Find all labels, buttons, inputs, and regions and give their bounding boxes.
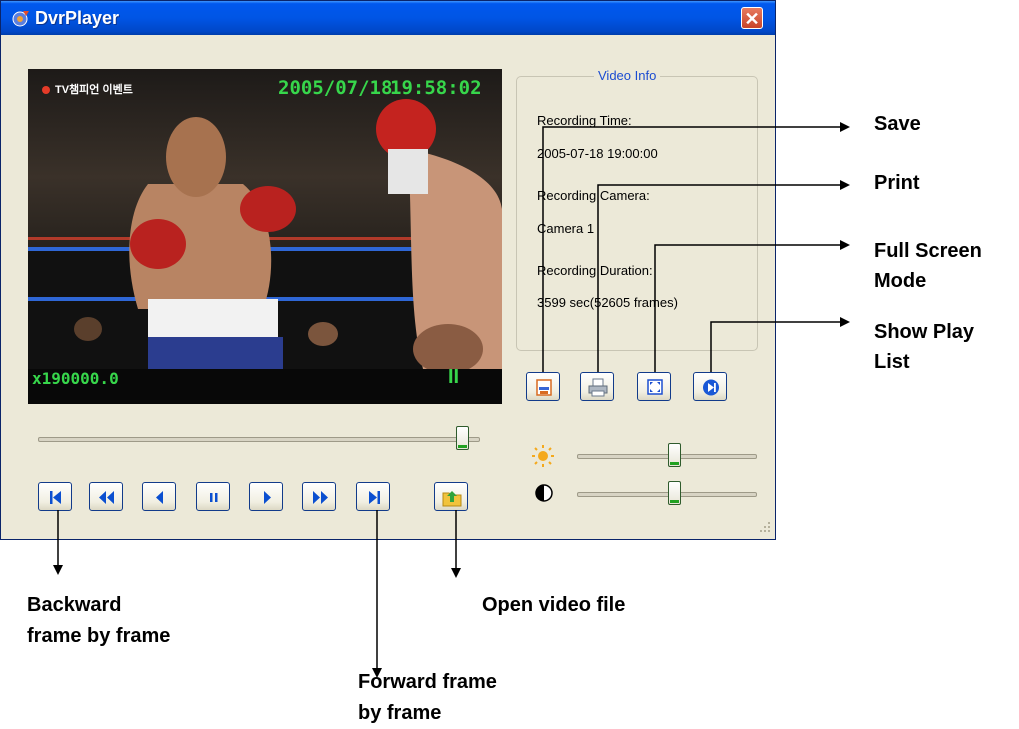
open-video-annotation: Open video file: [482, 594, 626, 616]
annotation-arrows: [53, 122, 850, 678]
play-list-annotation-line2: List: [874, 351, 910, 373]
play-list-annotation-line1: Show Play: [874, 321, 975, 343]
forward-annotation-line2: by frame: [358, 702, 442, 724]
full-screen-annotation-line2: Mode: [874, 270, 927, 292]
forward-annotation-line1: Forward frame: [358, 671, 497, 693]
full-screen-annotation-line1: Full Screen: [874, 240, 982, 262]
backward-annotation-line2: frame by frame: [27, 625, 171, 647]
print-annotation: Print: [874, 172, 920, 194]
backward-annotation-line1: Backward: [27, 594, 122, 616]
save-annotation: Save: [874, 113, 921, 135]
